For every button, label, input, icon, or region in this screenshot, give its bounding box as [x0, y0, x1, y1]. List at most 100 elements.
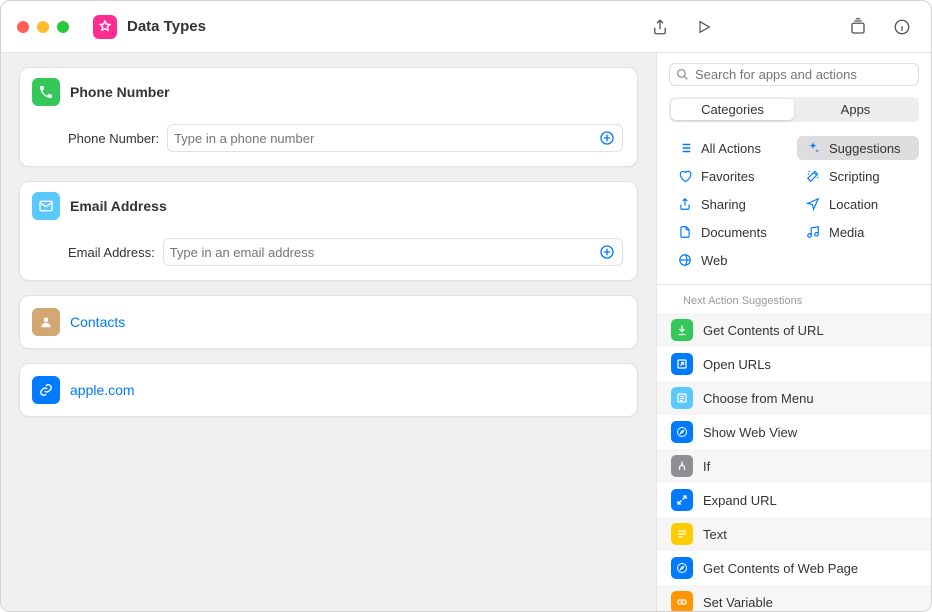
app-window: Data Types: [0, 0, 932, 612]
email-input[interactable]: [170, 245, 592, 260]
search-field[interactable]: [669, 63, 919, 86]
suggestion-label: Get Contents of Web Page: [703, 561, 858, 576]
category-label: Documents: [701, 225, 767, 240]
category-label: Sharing: [701, 197, 746, 212]
suggestions-header: Next Action Suggestions: [657, 285, 931, 313]
link-icon: [32, 376, 60, 404]
suggestion-item[interactable]: Get Contents of Web Page: [657, 551, 931, 585]
search-icon: [676, 68, 689, 81]
seg-apps[interactable]: Apps: [794, 99, 917, 120]
title-area: Data Types: [93, 15, 206, 39]
category-item[interactable]: Scripting: [797, 164, 919, 188]
category-label: Scripting: [829, 169, 880, 184]
suggestion-label: Choose from Menu: [703, 391, 814, 406]
input-label: Phone Number:: [68, 131, 159, 146]
seg-categories[interactable]: Categories: [671, 99, 794, 120]
add-variable-button[interactable]: [598, 129, 616, 147]
card-header: Contacts: [20, 296, 637, 348]
library-toggle-button[interactable]: [845, 16, 871, 38]
sidebar-top: [657, 53, 931, 87]
card-title: Phone Number: [70, 84, 170, 100]
card-title: Email Address: [70, 198, 167, 214]
zoom-window-button[interactable]: [57, 21, 69, 33]
email-input-wrap: [163, 238, 623, 266]
toolbar-right: [647, 16, 915, 38]
menu-icon: [671, 387, 693, 409]
category-item[interactable]: Suggestions: [797, 136, 919, 160]
suggestion-label: Get Contents of URL: [703, 323, 824, 338]
category-grid: All Actions Suggestions Favorites Scripting…: [657, 132, 931, 285]
share-icon: [677, 196, 693, 212]
suggestion-label: If: [703, 459, 710, 474]
mail-icon: [32, 192, 60, 220]
suggestion-item[interactable]: Show Web View: [657, 415, 931, 449]
category-item[interactable]: Sharing: [669, 192, 791, 216]
action-contacts[interactable]: Contacts: [19, 295, 638, 349]
branch-icon: [671, 455, 693, 477]
suggestion-label: Open URLs: [703, 357, 771, 372]
action-library-sidebar: Categories Apps All Actions Suggestions Fa…: [656, 53, 931, 611]
info-button[interactable]: [889, 16, 915, 38]
run-button[interactable]: [691, 16, 717, 38]
web-icon: [677, 252, 693, 268]
category-item[interactable]: Favorites: [669, 164, 791, 188]
suggestion-item[interactable]: Set Variable: [657, 585, 931, 611]
suggestion-item[interactable]: Open URLs: [657, 347, 931, 381]
sparkle-icon: [805, 140, 821, 156]
workflow-canvas[interactable]: Phone Number Phone Number:: [1, 53, 656, 611]
search-input[interactable]: [695, 67, 912, 82]
list-icon: [677, 140, 693, 156]
suggestion-item[interactable]: Text: [657, 517, 931, 551]
variable-icon: [671, 591, 693, 611]
category-item[interactable]: Documents: [669, 220, 791, 244]
wand-icon: [805, 168, 821, 184]
document-icon: [677, 224, 693, 240]
traffic-lights: [17, 21, 69, 33]
category-item[interactable]: Location: [797, 192, 919, 216]
suggestion-label: Expand URL: [703, 493, 777, 508]
category-label: All Actions: [701, 141, 761, 156]
suggestion-item[interactable]: Get Contents of URL: [657, 313, 931, 347]
suggestion-item[interactable]: Choose from Menu: [657, 381, 931, 415]
action-email-address[interactable]: Email Address Email Address:: [19, 181, 638, 281]
card-header: apple.com: [20, 364, 637, 416]
card-body: Email Address:: [20, 230, 637, 280]
heart-icon: [677, 168, 693, 184]
suggestion-item[interactable]: Expand URL: [657, 483, 931, 517]
suggestion-label: Show Web View: [703, 425, 797, 440]
phone-icon: [32, 78, 60, 106]
phone-input[interactable]: [174, 131, 592, 146]
category-label: Media: [829, 225, 864, 240]
suggestion-label: Set Variable: [703, 595, 773, 610]
suggestion-label: Text: [703, 527, 727, 542]
minimize-window-button[interactable]: [37, 21, 49, 33]
card-header: Email Address: [20, 182, 637, 230]
category-item[interactable]: Media: [797, 220, 919, 244]
library-segmented-control: Categories Apps: [669, 97, 919, 122]
media-icon: [805, 224, 821, 240]
category-label: Suggestions: [829, 141, 901, 156]
download-icon: [671, 319, 693, 341]
card-header: Phone Number: [20, 68, 637, 116]
action-url[interactable]: apple.com: [19, 363, 638, 417]
category-item[interactable]: All Actions: [669, 136, 791, 160]
contacts-icon: [32, 308, 60, 336]
open-icon: [671, 353, 693, 375]
shortcut-icon: [93, 15, 117, 39]
expand-icon: [671, 489, 693, 511]
share-button[interactable]: [647, 16, 673, 38]
category-item[interactable]: Web: [669, 248, 791, 272]
category-label: Web: [701, 253, 728, 268]
safari-icon: [671, 557, 693, 579]
suggestion-item[interactable]: If: [657, 449, 931, 483]
suggestions-list: Get Contents of URL Open URLs Choose from …: [657, 313, 931, 611]
add-variable-button[interactable]: [598, 243, 616, 261]
close-window-button[interactable]: [17, 21, 29, 33]
category-label: Location: [829, 197, 878, 212]
body-area: Phone Number Phone Number:: [1, 53, 931, 611]
action-phone-number[interactable]: Phone Number Phone Number:: [19, 67, 638, 167]
titlebar: Data Types: [1, 1, 931, 53]
contacts-token[interactable]: Contacts: [70, 314, 125, 330]
url-token[interactable]: apple.com: [70, 382, 135, 398]
card-body: Phone Number:: [20, 116, 637, 166]
